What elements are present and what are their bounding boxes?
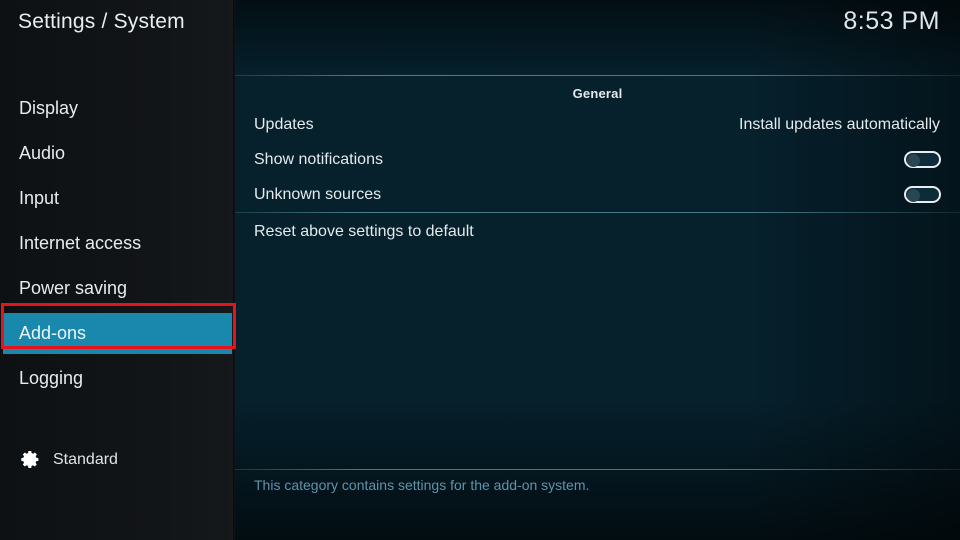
settings-level-button[interactable]: Standard	[20, 449, 118, 470]
panel-mid-divider	[235, 212, 960, 213]
settings-level-label: Standard	[53, 450, 118, 468]
sidebar-menu: Display Audio Input Internet access Powe…	[0, 86, 235, 401]
setting-value: Install updates automatically	[739, 116, 940, 133]
sidebar-item-input[interactable]: Input	[0, 176, 235, 221]
toggle-knob	[907, 189, 920, 202]
sidebar-item-label: Add-ons	[19, 323, 87, 343]
toggle-unknown-sources[interactable]	[904, 186, 941, 203]
sidebar-item-power-saving[interactable]: Power saving	[0, 266, 235, 311]
page-title: Settings / System	[18, 10, 185, 33]
sidebar-item-audio[interactable]: Audio	[0, 131, 235, 176]
sidebar-item-label: Logging	[19, 368, 84, 388]
sidebar-item-internet-access[interactable]: Internet access	[0, 221, 235, 266]
sidebar-item-label: Display	[19, 98, 79, 118]
sidebar-item-label: Audio	[19, 143, 66, 163]
sidebar-item-display[interactable]: Display	[0, 86, 235, 131]
setting-row-updates[interactable]: Updates Install updates automatically	[235, 107, 960, 142]
setting-label: Reset above settings to default	[254, 223, 474, 240]
setting-label: Updates	[254, 116, 314, 133]
sidebar-item-label: Internet access	[19, 233, 142, 253]
setting-row-unknown-sources[interactable]: Unknown sources	[235, 177, 960, 212]
kodi-settings-screen: Settings / System 8:53 PM Display Audio …	[0, 0, 960, 540]
setting-label: Unknown sources	[254, 186, 382, 203]
setting-label: Show notifications	[254, 151, 383, 168]
panel-bottom-divider	[235, 469, 960, 470]
sidebar-item-label: Input	[19, 188, 60, 208]
sidebar-item-logging[interactable]: Logging	[0, 356, 235, 401]
setting-row-reset-defaults[interactable]: Reset above settings to default	[235, 214, 960, 249]
panel-top-divider	[235, 75, 960, 76]
gear-icon	[20, 449, 41, 470]
sidebar-item-add-ons[interactable]: Add-ons	[0, 311, 235, 356]
sidebar-item-label: Power saving	[19, 278, 128, 298]
category-description: This category contains settings for the …	[254, 477, 590, 493]
setting-row-show-notifications[interactable]: Show notifications	[235, 142, 960, 177]
toggle-show-notifications[interactable]	[904, 151, 941, 168]
settings-group-title: General	[572, 86, 623, 101]
settings-panel: General Updates Install updates automati…	[235, 0, 960, 540]
toggle-knob	[907, 154, 920, 167]
